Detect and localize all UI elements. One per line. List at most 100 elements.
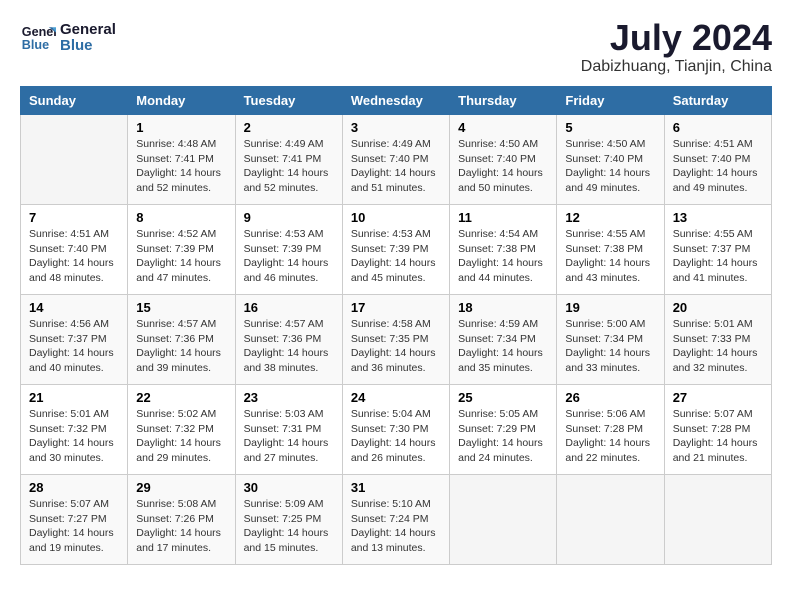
day-number: 20: [673, 300, 763, 315]
calendar-cell: 10 Sunrise: 4:53 AM Sunset: 7:39 PM Dayli…: [342, 205, 449, 295]
day-number: 4: [458, 120, 548, 135]
logo-line2: Blue: [60, 38, 116, 55]
day-number: 12: [565, 210, 655, 225]
logo-icon: General Blue: [20, 20, 56, 56]
calendar-cell: 24Sunrise: 5:04 AM Sunset: 7:30 PM Dayli…: [342, 385, 449, 475]
day-detail: Sunrise: 5:05 AM Sunset: 7:29 PM Dayligh…: [458, 407, 548, 466]
day-number: 2: [244, 120, 334, 135]
day-number: 23: [244, 390, 334, 405]
day-detail: Sunrise: 5:08 AM Sunset: 7:26 PM Dayligh…: [136, 497, 226, 556]
calendar-cell: 8 Sunrise: 4:52 AM Sunset: 7:39 PM Daylig…: [128, 205, 235, 295]
day-detail: Sunrise: 5:06 AM Sunset: 7:28 PM Dayligh…: [565, 407, 655, 466]
day-detail: Sunrise: 4:53 AM Sunset: 7:39 PM Dayligh…: [244, 227, 334, 286]
day-number: 9: [244, 210, 334, 225]
calendar-table: SundayMondayTuesdayWednesdayThursdayFrid…: [20, 86, 772, 565]
day-detail: Sunrise: 4:49 AM Sunset: 7:40 PM Dayligh…: [351, 137, 441, 196]
calendar-cell: 18Sunrise: 4:59 AM Sunset: 7:34 PM Dayli…: [450, 295, 557, 385]
day-detail: Sunrise: 5:04 AM Sunset: 7:30 PM Dayligh…: [351, 407, 441, 466]
calendar-cell: 3Sunrise: 4:49 AM Sunset: 7:40 PM Daylig…: [342, 115, 449, 205]
logo: General Blue General Blue: [20, 20, 116, 56]
calendar-cell: 29 Sunrise: 5:08 AM Sunset: 7:26 PM Dayli…: [128, 475, 235, 565]
calendar-cell: 31 Sunrise: 5:10 AM Sunset: 7:24 PM Dayli…: [342, 475, 449, 565]
calendar-cell: [664, 475, 771, 565]
day-detail: Sunrise: 5:09 AM Sunset: 7:25 PM Dayligh…: [244, 497, 334, 556]
day-number: 13: [673, 210, 763, 225]
day-number: 1: [136, 120, 226, 135]
day-number: 15: [136, 300, 226, 315]
day-detail: Sunrise: 4:57 AM Sunset: 7:36 PM Dayligh…: [136, 317, 226, 376]
calendar-cell: 21 Sunrise: 5:01 AM Sunset: 7:32 PM Dayli…: [21, 385, 128, 475]
day-detail: Sunrise: 4:59 AM Sunset: 7:34 PM Dayligh…: [458, 317, 548, 376]
calendar-cell: 14 Sunrise: 4:56 AM Sunset: 7:37 PM Dayli…: [21, 295, 128, 385]
calendar-cell: 20 Sunrise: 5:01 AM Sunset: 7:33 PM Dayli…: [664, 295, 771, 385]
calendar-cell: 30 Sunrise: 5:09 AM Sunset: 7:25 PM Dayli…: [235, 475, 342, 565]
day-number: 31: [351, 480, 441, 495]
calendar-cell: 25 Sunrise: 5:05 AM Sunset: 7:29 PM Dayli…: [450, 385, 557, 475]
day-detail: Sunrise: 4:48 AM Sunset: 7:41 PM Dayligh…: [136, 137, 226, 196]
day-detail: Sunrise: 4:50 AM Sunset: 7:40 PM Dayligh…: [565, 137, 655, 196]
calendar-cell: 16 Sunrise: 4:57 AM Sunset: 7:36 PM Dayli…: [235, 295, 342, 385]
day-detail: Sunrise: 5:10 AM Sunset: 7:24 PM Dayligh…: [351, 497, 441, 556]
page-header: General Blue General Blue July 2024 Dabi…: [20, 20, 772, 76]
day-number: 5: [565, 120, 655, 135]
day-number: 25: [458, 390, 548, 405]
calendar-cell: 12Sunrise: 4:55 AM Sunset: 7:38 PM Dayli…: [557, 205, 664, 295]
day-detail: Sunrise: 4:50 AM Sunset: 7:40 PM Dayligh…: [458, 137, 548, 196]
day-detail: Sunrise: 4:54 AM Sunset: 7:38 PM Dayligh…: [458, 227, 548, 286]
calendar-cell: 26Sunrise: 5:06 AM Sunset: 7:28 PM Dayli…: [557, 385, 664, 475]
calendar-cell: 17 Sunrise: 4:58 AM Sunset: 7:35 PM Dayli…: [342, 295, 449, 385]
calendar-cell: 13 Sunrise: 4:55 AM Sunset: 7:37 PM Dayli…: [664, 205, 771, 295]
calendar-cell: 2 Sunrise: 4:49 AM Sunset: 7:41 PM Daylig…: [235, 115, 342, 205]
day-number: 16: [244, 300, 334, 315]
day-detail: Sunrise: 4:56 AM Sunset: 7:37 PM Dayligh…: [29, 317, 119, 376]
day-number: 11: [458, 210, 548, 225]
day-detail: Sunrise: 5:00 AM Sunset: 7:34 PM Dayligh…: [565, 317, 655, 376]
svg-text:Blue: Blue: [22, 38, 49, 52]
calendar-cell: 7 Sunrise: 4:51 AM Sunset: 7:40 PM Daylig…: [21, 205, 128, 295]
day-detail: Sunrise: 4:49 AM Sunset: 7:41 PM Dayligh…: [244, 137, 334, 196]
day-number: 28: [29, 480, 119, 495]
day-number: 29: [136, 480, 226, 495]
calendar-cell: 5 Sunrise: 4:50 AM Sunset: 7:40 PM Daylig…: [557, 115, 664, 205]
day-detail: Sunrise: 5:01 AM Sunset: 7:33 PM Dayligh…: [673, 317, 763, 376]
col-header-wednesday: Wednesday: [342, 87, 449, 115]
day-number: 10: [351, 210, 441, 225]
calendar-cell: 27 Sunrise: 5:07 AM Sunset: 7:28 PM Dayli…: [664, 385, 771, 475]
title-block: July 2024 Dabizhuang, Tianjin, China: [581, 20, 772, 76]
day-detail: Sunrise: 4:51 AM Sunset: 7:40 PM Dayligh…: [673, 137, 763, 196]
day-number: 30: [244, 480, 334, 495]
calendar-cell: 23Sunrise: 5:03 AM Sunset: 7:31 PM Dayli…: [235, 385, 342, 475]
day-detail: Sunrise: 5:07 AM Sunset: 7:28 PM Dayligh…: [673, 407, 763, 466]
month-year: July 2024: [581, 20, 772, 56]
col-header-monday: Monday: [128, 87, 235, 115]
day-detail: Sunrise: 4:53 AM Sunset: 7:39 PM Dayligh…: [351, 227, 441, 286]
day-number: 17: [351, 300, 441, 315]
calendar-cell: 4 Sunrise: 4:50 AM Sunset: 7:40 PM Daylig…: [450, 115, 557, 205]
day-detail: Sunrise: 5:01 AM Sunset: 7:32 PM Dayligh…: [29, 407, 119, 466]
day-number: 21: [29, 390, 119, 405]
day-number: 7: [29, 210, 119, 225]
calendar-cell: 9 Sunrise: 4:53 AM Sunset: 7:39 PM Daylig…: [235, 205, 342, 295]
col-header-friday: Friday: [557, 87, 664, 115]
calendar-cell: 1 Sunrise: 4:48 AM Sunset: 7:41 PM Daylig…: [128, 115, 235, 205]
day-detail: Sunrise: 4:51 AM Sunset: 7:40 PM Dayligh…: [29, 227, 119, 286]
day-detail: Sunrise: 4:52 AM Sunset: 7:39 PM Dayligh…: [136, 227, 226, 286]
calendar-cell: 22Sunrise: 5:02 AM Sunset: 7:32 PM Dayli…: [128, 385, 235, 475]
day-number: 14: [29, 300, 119, 315]
logo-line1: General: [60, 22, 116, 39]
day-detail: Sunrise: 5:07 AM Sunset: 7:27 PM Dayligh…: [29, 497, 119, 556]
calendar-cell: [557, 475, 664, 565]
col-header-sunday: Sunday: [21, 87, 128, 115]
calendar-cell: [21, 115, 128, 205]
col-header-tuesday: Tuesday: [235, 87, 342, 115]
day-detail: Sunrise: 4:57 AM Sunset: 7:36 PM Dayligh…: [244, 317, 334, 376]
day-number: 27: [673, 390, 763, 405]
calendar-cell: [450, 475, 557, 565]
day-detail: Sunrise: 4:58 AM Sunset: 7:35 PM Dayligh…: [351, 317, 441, 376]
calendar-cell: 19Sunrise: 5:00 AM Sunset: 7:34 PM Dayli…: [557, 295, 664, 385]
calendar-cell: 28 Sunrise: 5:07 AM Sunset: 7:27 PM Dayli…: [21, 475, 128, 565]
day-detail: Sunrise: 4:55 AM Sunset: 7:37 PM Dayligh…: [673, 227, 763, 286]
day-number: 8: [136, 210, 226, 225]
calendar-cell: 15 Sunrise: 4:57 AM Sunset: 7:36 PM Dayli…: [128, 295, 235, 385]
calendar-cell: 11 Sunrise: 4:54 AM Sunset: 7:38 PM Dayli…: [450, 205, 557, 295]
